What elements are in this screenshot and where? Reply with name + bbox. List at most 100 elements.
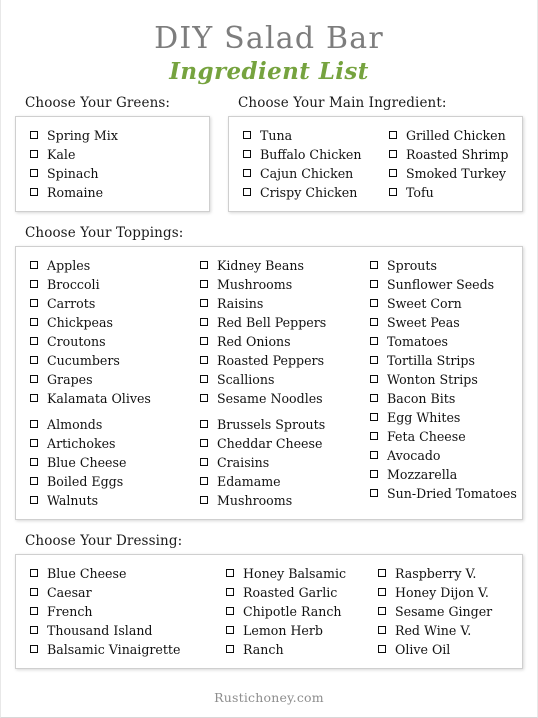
checklist-item[interactable]: Avocado [370, 446, 517, 465]
checkbox-icon[interactable] [370, 413, 378, 422]
checklist-item[interactable]: Tomatoes [370, 332, 517, 351]
checklist-item[interactable]: Red Wine V. [378, 621, 512, 640]
checkbox-icon[interactable] [243, 169, 251, 178]
checklist-item[interactable]: Kale [30, 145, 199, 164]
checklist-item[interactable]: Raspberry V. [378, 564, 512, 583]
checklist-item[interactable]: Edamame [200, 472, 370, 491]
checkbox-icon[interactable] [200, 458, 208, 467]
checkbox-icon[interactable] [30, 569, 38, 578]
checkbox-icon[interactable] [30, 356, 38, 365]
checkbox-icon[interactable] [200, 420, 208, 429]
checklist-item[interactable]: Blue Cheese [30, 564, 226, 583]
checklist-item[interactable]: Smoked Turkey [389, 164, 512, 183]
checkbox-icon[interactable] [389, 188, 397, 197]
checklist-item[interactable]: Spring Mix [30, 126, 199, 145]
checkbox-icon[interactable] [370, 299, 378, 308]
checkbox-icon[interactable] [370, 280, 378, 289]
checkbox-icon[interactable] [378, 588, 386, 597]
checklist-item[interactable]: Wonton Strips [370, 370, 517, 389]
checklist-item[interactable]: Tuna [243, 126, 389, 145]
checkbox-icon[interactable] [200, 356, 208, 365]
checklist-item[interactable]: Ranch [226, 640, 378, 659]
checklist-item[interactable]: Raisins [200, 294, 370, 313]
checklist-item[interactable]: Mushrooms [200, 275, 370, 294]
checkbox-icon[interactable] [200, 439, 208, 448]
checklist-item[interactable]: Caesar [30, 583, 226, 602]
checklist-item[interactable]: Olive Oil [378, 640, 512, 659]
checkbox-icon[interactable] [200, 261, 208, 270]
checklist-item[interactable]: Grilled Chicken [389, 126, 512, 145]
checklist-item[interactable]: Tortilla Strips [370, 351, 517, 370]
checkbox-icon[interactable] [243, 150, 251, 159]
checkbox-icon[interactable] [200, 496, 208, 505]
checkbox-icon[interactable] [226, 607, 234, 616]
checklist-item[interactable]: Thousand Island [30, 621, 226, 640]
checkbox-icon[interactable] [389, 150, 397, 159]
checklist-item[interactable]: French [30, 602, 226, 621]
checklist-item[interactable]: Mushrooms [200, 491, 370, 510]
checkbox-icon[interactable] [370, 394, 378, 403]
checklist-item[interactable]: Cucumbers [30, 351, 200, 370]
checklist-item[interactable]: Roasted Shrimp [389, 145, 512, 164]
checkbox-icon[interactable] [370, 432, 378, 441]
checkbox-icon[interactable] [30, 188, 38, 197]
checkbox-icon[interactable] [30, 375, 38, 384]
checkbox-icon[interactable] [370, 489, 378, 498]
checkbox-icon[interactable] [200, 477, 208, 486]
checklist-item[interactable]: Almonds [30, 415, 200, 434]
checklist-item[interactable]: Lemon Herb [226, 621, 378, 640]
checklist-item[interactable]: Sesame Noodles [200, 389, 370, 408]
checklist-item[interactable]: Roasted Garlic [226, 583, 378, 602]
checklist-item[interactable]: Tofu [389, 183, 512, 202]
checkbox-icon[interactable] [370, 356, 378, 365]
checklist-item[interactable]: Egg Whites [370, 408, 517, 427]
checkbox-icon[interactable] [200, 394, 208, 403]
checkbox-icon[interactable] [30, 169, 38, 178]
checkbox-icon[interactable] [30, 280, 38, 289]
checkbox-icon[interactable] [200, 280, 208, 289]
checklist-item[interactable]: Cheddar Cheese [200, 434, 370, 453]
checklist-item[interactable]: Kalamata Olives [30, 389, 200, 408]
checklist-item[interactable]: Chipotle Ranch [226, 602, 378, 621]
checkbox-icon[interactable] [30, 496, 38, 505]
checklist-item[interactable]: Kidney Beans [200, 256, 370, 275]
checkbox-icon[interactable] [370, 261, 378, 270]
checkbox-icon[interactable] [30, 150, 38, 159]
checkbox-icon[interactable] [243, 131, 251, 140]
checklist-item[interactable]: Balsamic Vinaigrette [30, 640, 226, 659]
checklist-item[interactable]: Red Bell Peppers [200, 313, 370, 332]
checklist-item[interactable]: Sweet Peas [370, 313, 517, 332]
checkbox-icon[interactable] [226, 588, 234, 597]
checklist-item[interactable]: Croutons [30, 332, 200, 351]
checklist-item[interactable]: Broccoli [30, 275, 200, 294]
checklist-item[interactable]: Romaine [30, 183, 199, 202]
checkbox-icon[interactable] [370, 451, 378, 460]
checklist-item[interactable]: Spinach [30, 164, 199, 183]
checklist-item[interactable]: Sun-Dried Tomatoes [370, 484, 517, 503]
checkbox-icon[interactable] [370, 337, 378, 346]
checklist-item[interactable]: Bacon Bits [370, 389, 517, 408]
checklist-item[interactable]: Cajun Chicken [243, 164, 389, 183]
checkbox-icon[interactable] [30, 420, 38, 429]
checklist-item[interactable]: Sesame Ginger [378, 602, 512, 621]
checkbox-icon[interactable] [226, 569, 234, 578]
checklist-item[interactable]: Craisins [200, 453, 370, 472]
checkbox-icon[interactable] [30, 261, 38, 270]
checkbox-icon[interactable] [30, 439, 38, 448]
checkbox-icon[interactable] [389, 131, 397, 140]
checkbox-icon[interactable] [378, 607, 386, 616]
checkbox-icon[interactable] [226, 626, 234, 635]
checklist-item[interactable]: Sweet Corn [370, 294, 517, 313]
checklist-item[interactable]: Chickpeas [30, 313, 200, 332]
checklist-item[interactable]: Walnuts [30, 491, 200, 510]
checkbox-icon[interactable] [30, 394, 38, 403]
checklist-item[interactable]: Scallions [200, 370, 370, 389]
checklist-item[interactable]: Blue Cheese [30, 453, 200, 472]
checkbox-icon[interactable] [30, 588, 38, 597]
checkbox-icon[interactable] [226, 645, 234, 654]
checkbox-icon[interactable] [370, 318, 378, 327]
checklist-item[interactable]: Sunflower Seeds [370, 275, 517, 294]
checkbox-icon[interactable] [30, 645, 38, 654]
checkbox-icon[interactable] [378, 645, 386, 654]
checklist-item[interactable]: Honey Dijon V. [378, 583, 512, 602]
